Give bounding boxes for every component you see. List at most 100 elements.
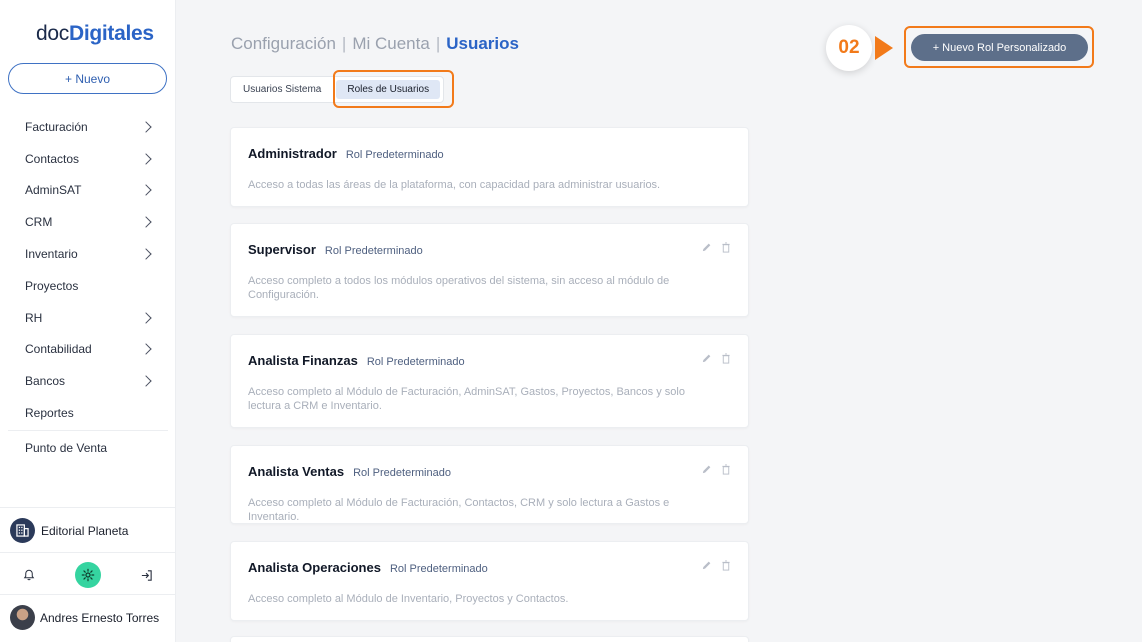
role-tag: Rol Predeterminado	[324, 245, 423, 257]
role-description: Acceso a todas las áreas de la plataform…	[248, 179, 661, 191]
sidebar-divider	[0, 552, 176, 553]
gear-icon[interactable]	[75, 562, 101, 588]
bell-icon[interactable]	[16, 562, 42, 588]
role-tag: Rol Predeterminado	[353, 467, 451, 479]
sidebar-tools	[0, 560, 176, 590]
delete-trash-icon[interactable]	[720, 559, 732, 571]
breadcrumb-separator: |	[435, 34, 441, 53]
role-card-analista-operaciones: Analista Operaciones Rol Predeterminado …	[230, 541, 749, 621]
role-actions	[700, 463, 732, 475]
sidebar-item-label: Punto de Venta	[25, 440, 108, 455]
edit-pencil-icon[interactable]	[700, 559, 712, 571]
logo-part-doc: doc	[36, 22, 69, 45]
company-switcher[interactable]: Editorial Planeta	[10, 518, 128, 543]
edit-pencil-icon[interactable]	[700, 241, 712, 253]
sidebar-divider	[0, 594, 176, 595]
edit-pencil-icon[interactable]	[700, 463, 712, 475]
user-profile[interactable]: Andres Ernesto Torres	[10, 605, 159, 630]
user-name: Andres Ernesto Torres	[40, 610, 160, 625]
sidebar-item-reportes[interactable]: Reportes	[0, 397, 176, 429]
role-title: Analista Ventas	[248, 464, 345, 479]
sidebar-item-proyectos[interactable]: Proyectos	[0, 270, 176, 302]
delete-trash-icon[interactable]	[720, 463, 732, 475]
sidebar-item-facturacion[interactable]: Facturación	[0, 111, 176, 143]
sidebar-nav: Facturación Contactos AdminSAT CRM Inven…	[0, 111, 176, 464]
role-card-supervisor: Supervisor Rol Predeterminado Acceso com…	[230, 223, 749, 317]
role-actions	[700, 352, 732, 364]
role-tag: Rol Predeterminado	[389, 563, 488, 575]
sidebar: docDigitales + Nuevo Facturación Contact…	[0, 0, 176, 642]
delete-trash-icon[interactable]	[720, 352, 732, 364]
sidebar-divider	[0, 507, 176, 508]
chevron-right-icon	[140, 375, 152, 387]
sidebar-item-label: CRM	[25, 215, 53, 230]
role-tag: Rol Predeterminado	[345, 149, 444, 161]
role-card-header: Supervisor Rol Predeterminado	[248, 242, 423, 257]
sidebar-item-rh[interactable]: RH	[0, 302, 176, 334]
sidebar-item-label: RH	[25, 310, 43, 325]
sidebar-item-label: Reportes	[25, 406, 74, 421]
step-arrow-icon	[875, 36, 893, 60]
chevron-right-icon	[140, 121, 152, 133]
sidebar-item-contactos[interactable]: Contactos	[0, 143, 176, 175]
sidebar-item-label: Facturación	[25, 119, 88, 134]
role-description: Acceso completo al Módulo de Facturación…	[248, 386, 685, 412]
logout-icon[interactable]	[133, 562, 159, 588]
delete-trash-icon[interactable]	[720, 241, 732, 253]
chevron-right-icon	[140, 184, 152, 197]
role-description: Acceso completo al Módulo de Inventario,…	[248, 593, 569, 605]
sidebar-item-bancos[interactable]: Bancos	[0, 365, 176, 397]
breadcrumb-configuracion[interactable]: Configuración	[231, 34, 336, 54]
sidebar-item-label: Proyectos	[25, 278, 79, 293]
sidebar-item-punto-de-venta[interactable]: Punto de Venta	[0, 432, 176, 464]
role-title: Administrador	[248, 146, 337, 161]
role-card-analista-ventas: Analista Ventas Rol Predeterminado Acces…	[230, 445, 749, 524]
role-description: Acceso completo a todos los módulos oper…	[248, 275, 670, 301]
sidebar-divider	[8, 429, 168, 431]
breadcrumb: Configuración | Mi Cuenta | Usuarios	[231, 34, 519, 54]
role-card-header: Administrador Rol Predeterminado	[248, 146, 444, 161]
chevron-right-icon	[140, 216, 152, 228]
company-name: Editorial Planeta	[41, 523, 129, 538]
breadcrumb-usuarios: Usuarios	[446, 34, 519, 53]
step-badge: 02	[826, 25, 872, 71]
role-card-header: Analista Finanzas Rol Predeterminado	[248, 353, 465, 368]
role-actions	[700, 241, 732, 253]
chevron-right-icon	[140, 312, 152, 324]
sidebar-item-label: Inventario	[25, 247, 78, 262]
tab-roles-de-usuarios[interactable]: Roles de Usuarios	[336, 80, 441, 99]
role-tag: Rol Predeterminado	[366, 356, 465, 368]
role-card-header: Analista Ventas Rol Predeterminado	[248, 464, 451, 479]
building-icon	[10, 518, 35, 543]
role-card-analista-finanzas: Analista Finanzas Rol Predeterminado Acc…	[230, 334, 749, 428]
role-title: Supervisor	[248, 242, 316, 257]
logo[interactable]: docDigitales	[36, 22, 154, 46]
tab-usuarios-sistema[interactable]: Usuarios Sistema	[231, 77, 333, 102]
edit-pencil-icon[interactable]	[700, 352, 712, 364]
role-description: Acceso completo al Módulo de Facturación…	[248, 497, 670, 523]
breadcrumb-separator: |	[341, 34, 347, 53]
role-card-partial	[230, 636, 749, 642]
sidebar-item-contabilidad[interactable]: Contabilidad	[0, 334, 176, 366]
role-card-header: Analista Operaciones Rol Predeterminado	[248, 560, 488, 575]
sidebar-item-inventario[interactable]: Inventario	[0, 238, 176, 270]
chevron-right-icon	[140, 248, 152, 260]
new-button[interactable]: + Nuevo	[8, 63, 167, 94]
breadcrumb-mi-cuenta[interactable]: Mi Cuenta	[352, 34, 429, 54]
role-title: Analista Finanzas	[248, 353, 358, 368]
role-actions	[700, 559, 732, 571]
role-title: Analista Operaciones	[248, 560, 381, 575]
chevron-right-icon	[140, 343, 152, 356]
sidebar-item-label: Contactos	[25, 151, 80, 166]
sidebar-item-label: Bancos	[25, 374, 66, 389]
logo-part-digitales: Digitales	[68, 22, 154, 45]
sidebar-item-adminsat[interactable]: AdminSAT	[0, 175, 176, 207]
sidebar-item-crm[interactable]: CRM	[0, 206, 176, 238]
new-custom-role-button[interactable]: + Nuevo Rol Personalizado	[911, 34, 1088, 61]
role-card-administrador: Administrador Rol Predeterminado Acceso …	[230, 127, 749, 207]
avatar	[10, 605, 35, 630]
tab-bar: Usuarios Sistema Roles de Usuarios	[230, 76, 445, 103]
sidebar-item-label: Contabilidad	[25, 342, 92, 357]
chevron-right-icon	[140, 153, 152, 165]
sidebar-item-label: AdminSAT	[25, 183, 82, 198]
